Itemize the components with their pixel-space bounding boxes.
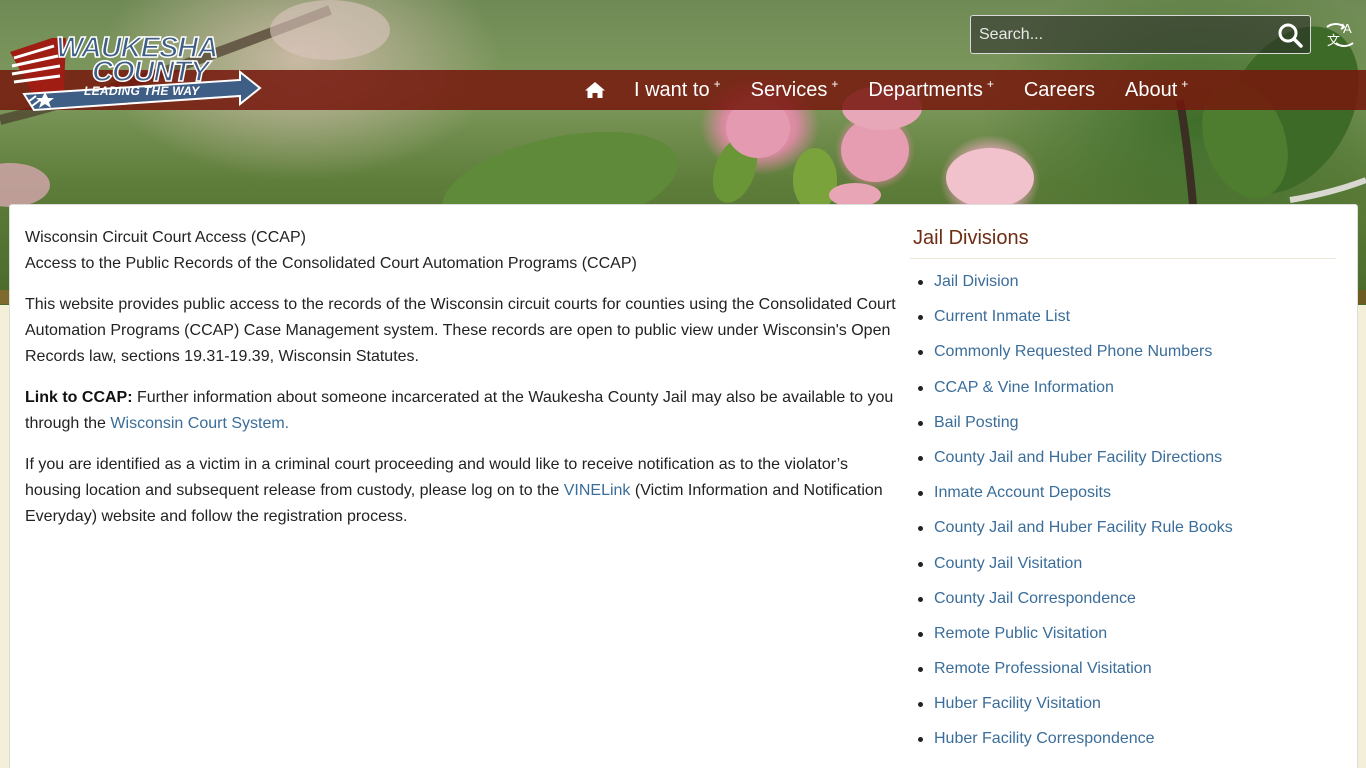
nav-about[interactable]: About + <box>1110 70 1203 110</box>
sidebar-title: Jail Divisions <box>910 225 1336 259</box>
bullet-icon <box>918 526 923 532</box>
home-icon <box>585 82 605 98</box>
sidebar-item[interactable]: Bail Posting <box>918 412 1336 447</box>
bullet-icon <box>918 702 923 708</box>
sidebar-item-label: Inmate Account Deposits <box>934 484 1111 502</box>
nav-label: Departments <box>868 78 983 101</box>
svg-text:A: A <box>1343 21 1352 36</box>
sidebar-item-label: Huber Facility Visitation <box>934 695 1101 713</box>
translate-icon: A 文 <box>1326 21 1354 48</box>
home-button[interactable] <box>580 70 619 110</box>
bullet-icon <box>918 350 923 356</box>
sidebar-item-label: County Jail Correspondence <box>934 589 1136 607</box>
bullet-icon <box>918 596 923 602</box>
svg-text:文: 文 <box>1327 33 1340 48</box>
sidebar-item[interactable]: Inmate Account Deposits <box>918 482 1336 517</box>
search-button[interactable] <box>1270 16 1310 53</box>
page-title: Wisconsin Circuit Court Access (CCAP) <box>25 229 306 246</box>
sidebar-item[interactable]: Huber Facility Visitation <box>918 693 1336 728</box>
search-icon <box>1278 23 1303 48</box>
bullet-icon <box>918 280 923 285</box>
bullet-icon <box>918 455 923 461</box>
content-panel: Wisconsin Circuit Court Access (CCAP) Ac… <box>9 204 1358 768</box>
submenu-plus-icon: + <box>713 77 721 91</box>
sidebar-item[interactable]: County Jail Correspondence <box>918 588 1336 623</box>
bullet-icon <box>918 420 923 426</box>
submenu-plus-icon: + <box>831 77 839 91</box>
nav-i-want-to[interactable]: I want to + <box>619 70 736 110</box>
sidebar-item[interactable]: Remote Public Visitation <box>918 623 1336 658</box>
sidebar-item-label: County Jail and Huber Facility Rule Book… <box>934 519 1233 537</box>
sidebar-item[interactable]: County Jail and Huber Facility Direction… <box>918 447 1336 482</box>
sidebar-item-label: Remote Public Visitation <box>934 624 1108 642</box>
vine-paragraph: If you are identified as a victim in a c… <box>25 452 900 530</box>
bullet-icon <box>918 385 923 391</box>
nav-departments[interactable]: Departments + <box>853 70 1009 110</box>
sidebar-item[interactable]: Remote Professional Visitation <box>918 658 1336 693</box>
nav-label: I want to <box>634 78 710 101</box>
bullet-icon <box>918 737 923 743</box>
sidebar-item[interactable]: County Jail and Huber Facility Rule Book… <box>918 517 1336 552</box>
sidebar-item-label: Commonly Requested Phone Numbers <box>934 343 1213 361</box>
search-input[interactable] <box>971 16 1270 53</box>
logo-tagline: LEADING THE WAY <box>84 84 200 98</box>
nav-label: Careers <box>1023 78 1095 101</box>
sidebar-item-label: Huber Facility Correspondence <box>934 730 1155 748</box>
sidebar-item-label: Remote Professional Visitation <box>934 660 1152 678</box>
bullet-icon <box>918 561 923 567</box>
sidebar-item[interactable]: Huber Facility Correspondence <box>918 728 1336 763</box>
main-nav: I want to + Services + Departments + Career… <box>580 70 1203 110</box>
submenu-plus-icon: + <box>986 77 994 91</box>
sidebar-item-label: County Jail Visitation <box>934 554 1083 572</box>
bullet-icon <box>918 315 923 321</box>
nav-services[interactable]: Services + <box>736 70 854 110</box>
translate-button[interactable]: A 文 <box>1322 17 1358 53</box>
vinelink-link[interactable]: VINELink <box>564 482 631 499</box>
sidebar-list: Jail Division Current Inmate List Common… <box>910 271 1336 764</box>
nav-label: About <box>1125 78 1178 101</box>
nav-careers[interactable]: Careers <box>1009 70 1110 110</box>
wisconsin-court-system-link[interactable]: Wisconsin Court System. <box>110 415 289 432</box>
sidebar-item[interactable]: CCAP & Vine Information <box>918 377 1336 412</box>
sidebar-item[interactable]: County Jail Visitation <box>918 553 1336 588</box>
ccap-paragraph: Link to CCAP: Further information about … <box>25 385 900 437</box>
waukesha-county-logo[interactable]: WAUKESHA COUNTY LEADING THE WAY <box>4 30 262 112</box>
sidebar-item-label: Current Inmate List <box>934 308 1071 326</box>
sidebar-item[interactable]: Jail Division <box>918 271 1336 306</box>
nav-label: Services <box>750 78 828 101</box>
bullet-icon <box>918 631 923 637</box>
search-box <box>970 15 1311 54</box>
main-content: Wisconsin Circuit Court Access (CCAP) Ac… <box>25 225 900 545</box>
page-subtitle: Access to the Public Records of the Cons… <box>25 255 637 272</box>
submenu-plus-icon: + <box>1181 77 1189 91</box>
bullet-icon <box>918 667 923 673</box>
sidebar-item-label: Jail Division <box>934 273 1019 290</box>
sidebar-item[interactable]: Commonly Requested Phone Numbers <box>918 341 1336 376</box>
sidebar: Jail Divisions Jail Division Current Inm… <box>910 225 1336 764</box>
sidebar-item-label: Bail Posting <box>934 413 1019 431</box>
sidebar-item-label: County Jail and Huber Facility Direction… <box>934 448 1223 466</box>
sidebar-item-label: CCAP & Vine Information <box>934 378 1114 396</box>
intro-paragraph: This website provides public access to t… <box>25 296 896 365</box>
sidebar-item[interactable]: Current Inmate List <box>918 306 1336 341</box>
bullet-icon <box>918 491 923 497</box>
ccap-label: Link to CCAP: <box>25 389 133 406</box>
